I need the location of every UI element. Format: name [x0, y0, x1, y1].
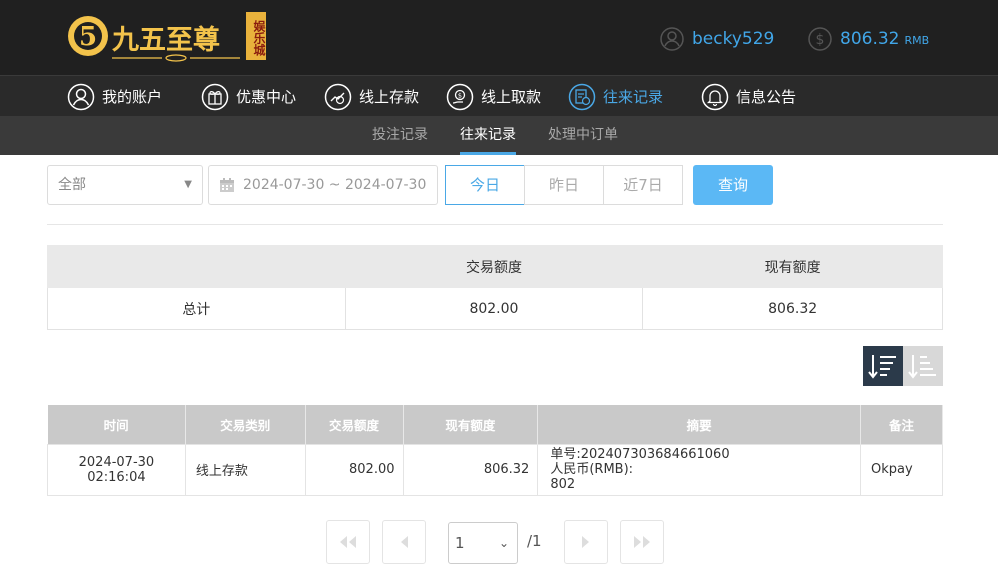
page-current: 1 — [455, 534, 465, 552]
summary-total-amount: 802.00 — [344, 287, 644, 330]
double-chevron-right-icon — [634, 536, 650, 548]
col-header-balance[interactable]: 现有额度 — [403, 405, 539, 444]
account-balance[interactable]: $ 806.32 RMB — [808, 26, 929, 52]
nav-item-promotions[interactable]: 优惠中心 — [201, 76, 296, 117]
records-icon — [568, 83, 596, 110]
brand-logo[interactable]: 5 九五至尊 娱乐城 — [66, 12, 272, 64]
summary-amount: 802 — [550, 477, 576, 492]
cell-time: 2024-07-30 02:16:04 — [47, 443, 186, 496]
cell-type: 线上存款 — [184, 443, 306, 496]
svg-text:$: $ — [458, 91, 462, 99]
quick-today-button[interactable]: 今日 — [445, 165, 525, 205]
cell-note: Okpay — [860, 443, 943, 496]
double-chevron-left-icon — [340, 536, 356, 548]
cell-summary: 单号:202407303684661060 人民币(RMB): 802 — [537, 443, 862, 496]
summary-total-row: 总计 802.00 806.32 — [47, 287, 943, 330]
balance-amount: 806.32 — [840, 29, 900, 49]
bell-icon — [701, 83, 729, 110]
nav-item-label: 线上取款 — [481, 88, 542, 106]
date-range-input[interactable]: 2024-07-30 ~ 2024-07-30 — [208, 165, 438, 205]
cell-amount: 802.00 — [304, 443, 404, 496]
svg-text:$: $ — [816, 32, 825, 48]
filter-divider — [47, 224, 943, 225]
col-header-amount[interactable]: 交易额度 — [305, 405, 404, 444]
prev-page-button[interactable] — [382, 520, 426, 564]
col-header-note[interactable]: 备注 — [860, 405, 943, 444]
page-total: /1 — [527, 532, 542, 550]
user-avatar-icon — [660, 27, 684, 51]
summary-header-amount: 交易额度 — [344, 245, 644, 288]
records-header-row: 时间 交易类别 交易额度 现有额度 摘要 备注 — [47, 405, 943, 444]
summary-header-empty — [47, 245, 346, 288]
dollar-coin-icon: $ — [808, 27, 832, 51]
nav-item-online-deposit[interactable]: 线上存款 — [324, 76, 419, 117]
logo-digit: 5 — [79, 22, 97, 52]
records-table: 时间 交易类别 交易额度 现有额度 摘要 备注 2024-07-30 02:16… — [47, 405, 943, 496]
page-select[interactable]: 1 ⌄ — [448, 522, 518, 564]
summary-order-no: 单号:202407303684661060 — [550, 447, 730, 462]
account-username[interactable]: becky529 — [660, 26, 774, 52]
balance-currency: RMB — [904, 34, 930, 47]
type-select-value: 全部 — [58, 177, 86, 193]
nav-item-label: 优惠中心 — [236, 88, 297, 106]
nav-item-label: 我的账户 — [102, 88, 163, 106]
logo-ornament-icon — [112, 54, 240, 62]
query-button[interactable]: 查询 — [693, 165, 773, 205]
brand-tag: 娱乐城 — [246, 12, 266, 60]
tab-pending-orders[interactable]: 处理中订单 — [548, 116, 618, 155]
deposit-icon — [324, 83, 352, 110]
date-range-value: 2024-07-30 ~ 2024-07-30 — [243, 177, 427, 193]
chevron-left-icon — [401, 536, 408, 548]
col-header-time[interactable]: 时间 — [47, 405, 186, 444]
user-icon — [67, 83, 95, 110]
summary-table: 交易额度 现有额度 总计 802.00 806.32 — [47, 245, 943, 330]
caret-down-icon: ▼ — [184, 179, 192, 190]
sort-ascending-button[interactable] — [903, 346, 943, 386]
nav-item-my-account[interactable]: 我的账户 — [67, 76, 162, 117]
transaction-type-select[interactable]: 全部 ▼ — [47, 165, 203, 205]
last-page-button[interactable] — [620, 520, 664, 564]
nav-item-label: 信息公告 — [736, 88, 797, 106]
chevron-down-icon: ⌄ — [498, 536, 509, 550]
summary-total-label: 总计 — [47, 287, 346, 330]
nav-item-online-withdraw[interactable]: $ 线上取款 — [446, 76, 541, 117]
username-text: becky529 — [692, 29, 775, 49]
next-page-button[interactable] — [564, 520, 608, 564]
gift-icon — [201, 83, 229, 110]
nav-item-label: 往来记录 — [603, 88, 664, 106]
table-row[interactable]: 2024-07-30 02:16:04 线上存款 802.00 806.32 单… — [47, 443, 943, 496]
first-page-button[interactable] — [326, 520, 370, 564]
top-bar: 5 九五至尊 娱乐城 becky529 $ 806.32 RMB — [0, 0, 998, 75]
sub-nav: 投注记录 往来记录 处理中订单 — [0, 116, 998, 155]
summary-currency: 人民币(RMB): — [550, 462, 634, 477]
nav-item-announcements[interactable]: 信息公告 — [701, 76, 796, 117]
sort-descending-icon — [868, 355, 896, 379]
summary-header-balance: 现有额度 — [642, 245, 943, 288]
quick-yesterday-button[interactable]: 昨日 — [524, 165, 604, 205]
cell-balance: 806.32 — [402, 443, 539, 496]
nav-item-records[interactable]: 往来记录 — [568, 76, 663, 117]
sort-descending-button[interactable] — [863, 346, 903, 386]
sort-ascending-icon — [908, 355, 936, 379]
brand-name: 九五至尊 — [112, 25, 220, 56]
tab-bet-records[interactable]: 投注记录 — [372, 116, 428, 155]
calendar-icon — [220, 178, 234, 192]
col-header-summary[interactable]: 摘要 — [537, 405, 862, 444]
chevron-right-icon — [582, 536, 589, 548]
main-nav: 我的账户 优惠中心 线上存款 $ 线上取款 往来记录 信息公告 — [0, 75, 998, 116]
nav-item-label: 线上存款 — [359, 88, 420, 106]
summary-total-balance: 806.32 — [642, 287, 943, 330]
quick-7days-button[interactable]: 近7日 — [603, 165, 683, 205]
summary-header-row: 交易额度 现有额度 — [47, 245, 943, 288]
col-header-type[interactable]: 交易类别 — [185, 405, 306, 444]
tab-transaction-records[interactable]: 往来记录 — [460, 116, 516, 155]
withdraw-icon: $ — [446, 83, 474, 110]
logo-mark-icon: 5 — [68, 16, 108, 56]
